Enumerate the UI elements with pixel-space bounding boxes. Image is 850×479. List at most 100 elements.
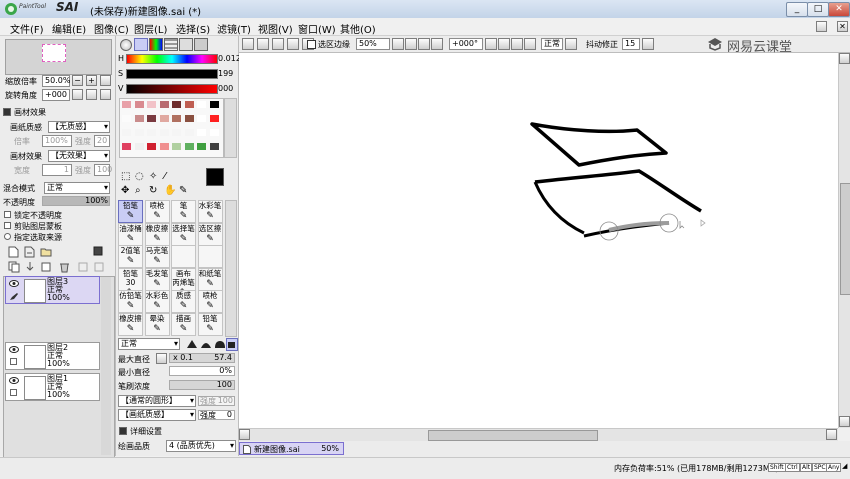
- color-swatch[interactable]: [209, 129, 219, 136]
- paper-section-collapse-icon[interactable]: [3, 108, 11, 116]
- color-wheel-icon[interactable]: [120, 39, 132, 51]
- color-swatch[interactable]: [184, 143, 194, 150]
- scratch-pad-icon[interactable]: [194, 38, 208, 51]
- tool-button[interactable]: 仿铅笔 ✎: [118, 290, 143, 313]
- mixer-icon[interactable]: [164, 38, 178, 51]
- clip-group-checkbox[interactable]: [4, 222, 11, 229]
- menu-filter[interactable]: 滤镜(T): [217, 21, 251, 36]
- layer-down-icon[interactable]: [78, 261, 89, 276]
- rotate-tool-icon[interactable]: ↻: [149, 185, 157, 196]
- canvas-vertical-scrollbar[interactable]: [838, 53, 850, 428]
- tool-grid-scrollbar[interactable]: [225, 200, 237, 337]
- color-swatch[interactable]: [172, 101, 181, 108]
- color-swatch[interactable]: [134, 143, 144, 150]
- saturation-slider[interactable]: [126, 69, 218, 79]
- tool-button[interactable]: 晕染 ✎: [144, 312, 170, 336]
- hsv-slider-icon[interactable]: [149, 38, 163, 51]
- max-size-lock-button[interactable]: [156, 353, 167, 364]
- dropper-icon[interactable]: ✎: [179, 185, 187, 196]
- zoom-out-button[interactable]: −: [72, 75, 83, 86]
- tool-button[interactable]: 和纸笔 ✎: [197, 267, 223, 291]
- color-swatch[interactable]: [134, 101, 144, 108]
- quality-select[interactable]: 4 (品质优先): [166, 440, 236, 452]
- move-icon[interactable]: ✥: [121, 185, 129, 196]
- paper-scale-field[interactable]: 100%: [42, 135, 72, 147]
- minimize-button[interactable]: _: [786, 2, 808, 17]
- color-swatch[interactable]: [197, 129, 206, 136]
- swatch-scrollbar[interactable]: [224, 98, 237, 158]
- clear-layer-icon[interactable]: [40, 261, 52, 276]
- menu-view[interactable]: 视图(V): [258, 21, 293, 36]
- color-swatch[interactable]: [147, 101, 156, 108]
- lock-opacity-checkbox[interactable]: [4, 211, 11, 218]
- merge-down-icon[interactable]: [24, 261, 36, 276]
- color-swatch[interactable]: [197, 143, 206, 150]
- rotate-reset-toolbar-button[interactable]: [524, 38, 536, 50]
- toolbar-zoom-out-button[interactable]: [405, 38, 417, 50]
- opacity-slider[interactable]: 100%: [42, 196, 110, 206]
- new-linked-layer-icon[interactable]: [24, 246, 35, 261]
- layer-up-icon[interactable]: [94, 261, 105, 276]
- paper-strength-field[interactable]: 20: [94, 135, 110, 147]
- menu-image[interactable]: 图像(C): [94, 21, 129, 36]
- view-mode-dropdown-button[interactable]: [565, 38, 577, 50]
- angle-field[interactable]: +000°: [449, 38, 483, 50]
- foreground-color[interactable]: [206, 168, 224, 186]
- menu-layer[interactable]: 图层(L): [134, 21, 167, 36]
- layer-item[interactable]: 图层1 正常 100%: [5, 373, 100, 401]
- color-swatch[interactable]: [147, 143, 156, 150]
- hand-icon[interactable]: ✋: [164, 185, 176, 196]
- eye-icon[interactable]: [9, 280, 19, 290]
- tool-button[interactable]: 橡皮擦 ✎: [118, 312, 143, 336]
- rotate-cw-button[interactable]: [511, 38, 523, 50]
- brush-shape-sharp-icon[interactable]: [186, 338, 198, 349]
- brush-shape-round-icon[interactable]: [214, 338, 226, 349]
- tool-button[interactable]: 喷枪 ✎: [144, 200, 170, 223]
- color-swatch[interactable]: [122, 129, 131, 136]
- zoom-tool-icon[interactable]: ⌕: [135, 185, 141, 196]
- scroll-up-button[interactable]: [839, 53, 850, 64]
- layer-list-scrollbar[interactable]: [101, 277, 111, 455]
- delete-layer-icon[interactable]: [59, 261, 70, 276]
- color-swatch[interactable]: [159, 143, 169, 150]
- invert-select-button[interactable]: [257, 38, 269, 50]
- tool-button[interactable]: 选区擦 ✎: [197, 222, 223, 246]
- color-swatch[interactable]: [197, 101, 206, 108]
- blend-mode-select[interactable]: 正常: [44, 182, 110, 194]
- layer-item[interactable]: 图层3 正常 100%: [5, 276, 100, 304]
- color-swatch[interactable]: [159, 129, 169, 136]
- navigator-preview[interactable]: [5, 39, 112, 75]
- eye-icon[interactable]: [9, 377, 19, 387]
- tool-button[interactable]: 水彩色 ✎: [144, 290, 170, 313]
- color-swatch[interactable]: [172, 129, 181, 136]
- menu-select[interactable]: 选择(S): [176, 21, 210, 36]
- tool-button[interactable]: 油漆桶 ✎: [118, 222, 143, 246]
- menu-other[interactable]: 其他(O): [340, 21, 376, 36]
- resize-grip-icon[interactable]: ◢: [842, 462, 847, 470]
- rotate-field[interactable]: +000: [42, 89, 70, 101]
- tool-button[interactable]: 马克笔 ✎: [144, 245, 170, 268]
- color-swatch[interactable]: [209, 101, 219, 108]
- color-swatch[interactable]: [159, 115, 169, 122]
- menu-window[interactable]: 窗口(W): [298, 21, 336, 36]
- brush-texture-strength[interactable]: 强度 0: [198, 410, 235, 420]
- scroll-down-button[interactable]: [839, 416, 850, 427]
- navigator-viewport[interactable]: [42, 44, 66, 62]
- brush-shape-select[interactable]: 【通常的圆形】: [118, 395, 196, 407]
- zoom-in-button[interactable]: +: [86, 75, 97, 86]
- color-swatch[interactable]: [184, 101, 194, 108]
- close-button[interactable]: ✕: [828, 2, 850, 17]
- rgb-slider-icon[interactable]: [134, 38, 148, 51]
- hue-slider[interactable]: [126, 54, 218, 64]
- selection-edge-checkbox[interactable]: [307, 40, 316, 49]
- view-mode-field[interactable]: 正常: [541, 38, 563, 50]
- angle-dropdown-button[interactable]: [485, 38, 497, 50]
- layer-item[interactable]: 图层2 正常 100%: [5, 342, 100, 370]
- tool-button[interactable]: 选择笔 ✎: [171, 222, 196, 246]
- menu-edit[interactable]: 编辑(E): [52, 21, 86, 36]
- horizontal-scroll-thumb[interactable]: [428, 430, 598, 441]
- color-swatch[interactable]: [122, 143, 131, 150]
- detail-collapse-icon[interactable]: [119, 427, 127, 435]
- rotate-left-button[interactable]: [72, 89, 83, 100]
- tool-button[interactable]: 水彩笔 ✎: [197, 200, 223, 223]
